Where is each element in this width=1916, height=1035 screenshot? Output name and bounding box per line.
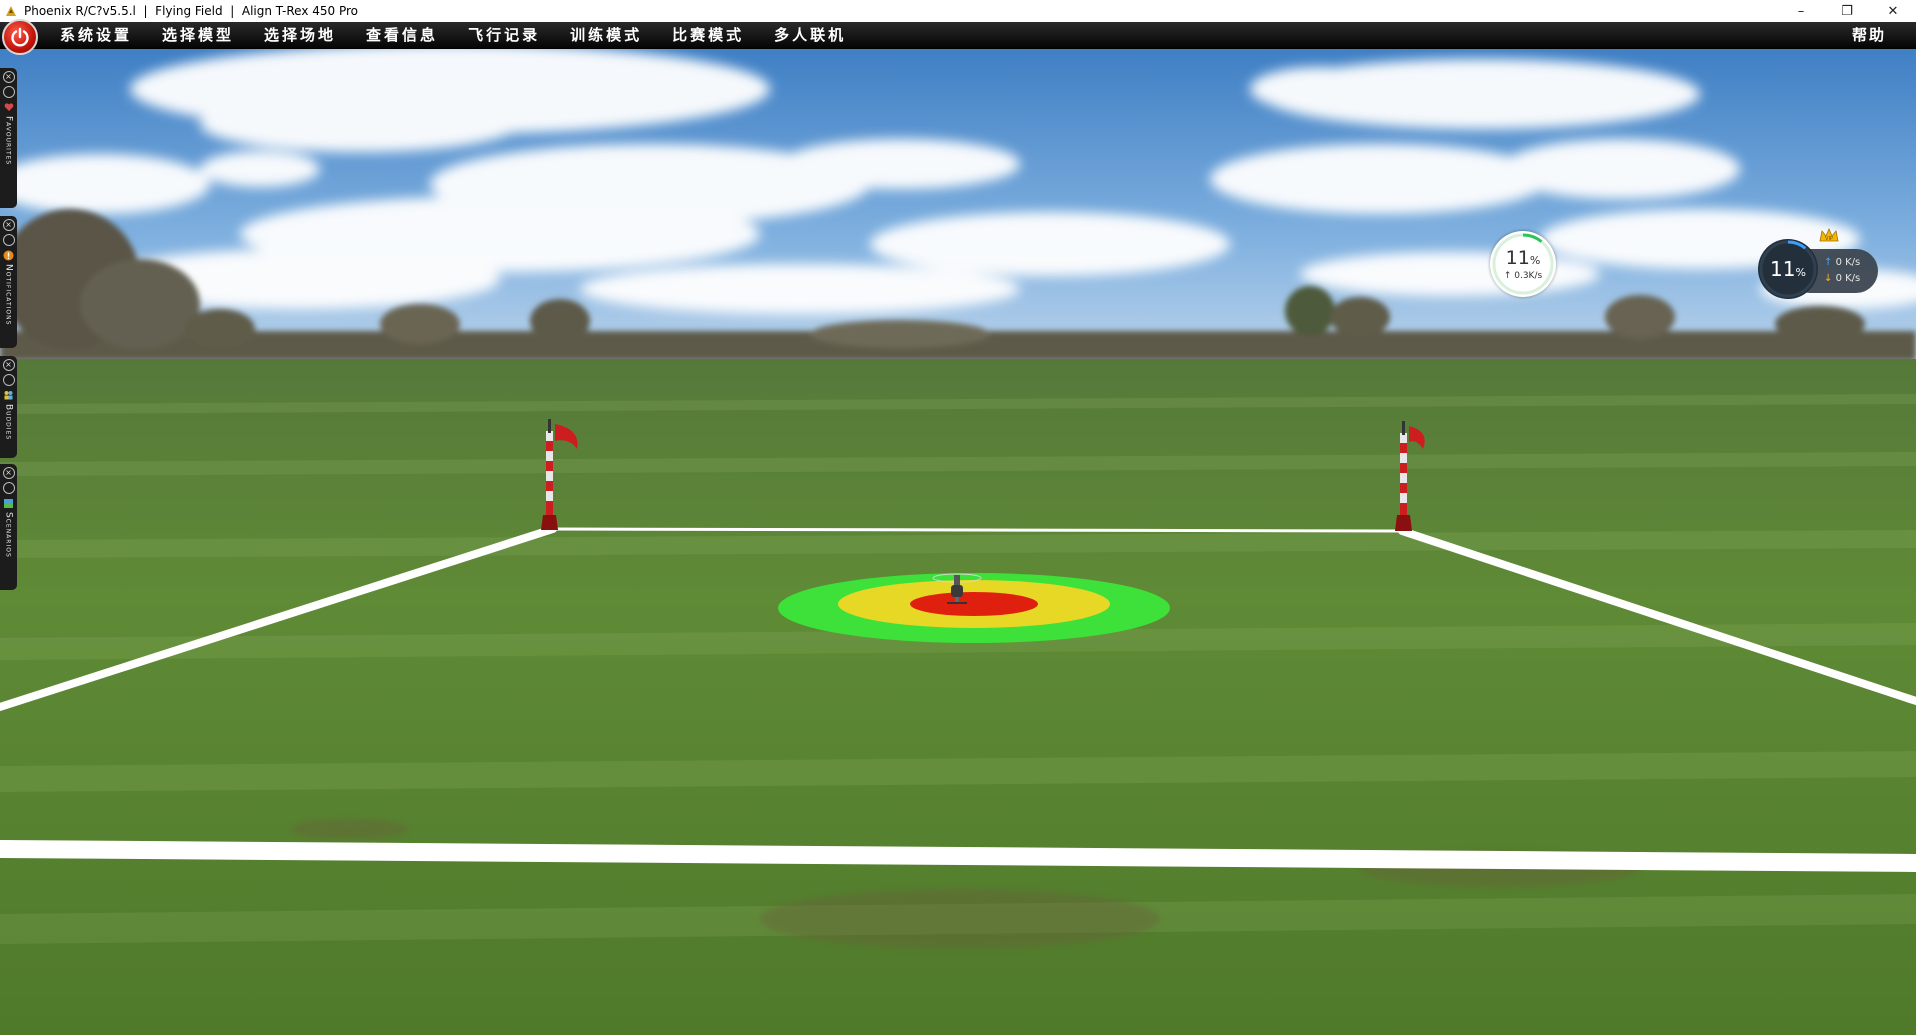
scenarios-label: Scenarios [3, 512, 14, 558]
phoenix-app-icon [4, 4, 18, 18]
pin-circle-icon[interactable] [2, 86, 15, 98]
close-circle-icon[interactable]: × [2, 467, 15, 479]
menu-system-settings[interactable]: 系统设置 [60, 22, 132, 48]
buddies-panel[interactable]: × Buddies [0, 356, 17, 458]
network-speed-widget-small[interactable]: 11% ↑ 0.3K/s [1490, 231, 1556, 297]
close-circle-icon[interactable]: × [2, 219, 15, 231]
main-menu: 系统设置 选择模型 选择场地 查看信息 飞行记录 训练模式 比赛模式 多人联机 [60, 22, 876, 48]
window-title: Phoenix R/C?v5.5.l | Flying Field | Alig… [24, 4, 359, 18]
pin-circle-icon[interactable] [2, 374, 15, 386]
upload-speed: ↑ 0.3K/s [1503, 271, 1543, 281]
menu-view-info[interactable]: 查看信息 [366, 22, 438, 48]
close-circle-icon[interactable]: × [2, 359, 15, 371]
favourites-label: Favourites [3, 116, 14, 166]
power-button[interactable] [2, 19, 38, 55]
upload-speed: ↑ 0 K/s [1824, 257, 1861, 268]
pin-circle-icon[interactable] [2, 234, 15, 246]
restore-icon: ❐ [1841, 3, 1853, 19]
usage-circle: 11% [1758, 239, 1818, 299]
people-icon [3, 389, 15, 401]
minimize-icon: – [1797, 3, 1805, 19]
svg-text:VIP: VIP [1825, 236, 1833, 242]
download-speed: ↓ 0 K/s [1824, 273, 1861, 284]
alert-icon [3, 249, 15, 261]
usage-percent: 11% [1770, 257, 1806, 281]
network-speed-widget[interactable]: 11% VIP ↑ 0 K/s ↓ 0 K/s [1758, 227, 1878, 301]
menu-select-field[interactable]: 选择场地 [264, 22, 336, 48]
flight-viewport[interactable]: × Favourites × Notifications × Buddies ×… [0, 49, 1916, 1035]
close-button[interactable]: ✕ [1870, 0, 1916, 22]
menu-multiplayer[interactable]: 多人联机 [774, 22, 846, 48]
menu-bar: 系统设置 选择模型 选择场地 查看信息 飞行记录 训练模式 比赛模式 多人联机 … [0, 19, 1916, 55]
pin-circle-icon[interactable] [2, 482, 15, 494]
vip-crown-icon: VIP [1818, 227, 1840, 245]
restore-button[interactable]: ❐ [1824, 0, 1870, 22]
landing-target [778, 573, 1170, 643]
heart-icon [3, 101, 15, 113]
minimize-button[interactable]: – [1778, 0, 1824, 22]
menu-flight-log[interactable]: 飞行记录 [468, 22, 540, 48]
close-circle-icon[interactable]: × [2, 71, 15, 83]
notifications-label: Notifications [3, 264, 14, 326]
scenarios-panel[interactable]: × Scenarios [0, 464, 17, 590]
flying-field-scene [0, 49, 1916, 1035]
title-bar: Phoenix R/C?v5.5.l | Flying Field | Alig… [0, 0, 1916, 22]
map-icon [3, 497, 15, 509]
close-icon: ✕ [1887, 3, 1899, 19]
notifications-panel[interactable]: × Notifications [0, 216, 17, 348]
buddies-label: Buddies [3, 404, 14, 441]
down-arrow-icon: ↓ [1824, 273, 1833, 284]
up-arrow-icon: ↑ [1824, 257, 1833, 268]
menu-competition-mode[interactable]: 比赛模式 [672, 22, 744, 48]
menu-training-mode[interactable]: 训练模式 [570, 22, 642, 48]
power-icon [11, 27, 29, 47]
cpu-percent: 11% [1505, 247, 1541, 269]
menu-select-model[interactable]: 选择模型 [162, 22, 234, 48]
menu-help[interactable]: 帮助 [1852, 22, 1886, 48]
favourites-panel[interactable]: × Favourites [0, 68, 17, 208]
